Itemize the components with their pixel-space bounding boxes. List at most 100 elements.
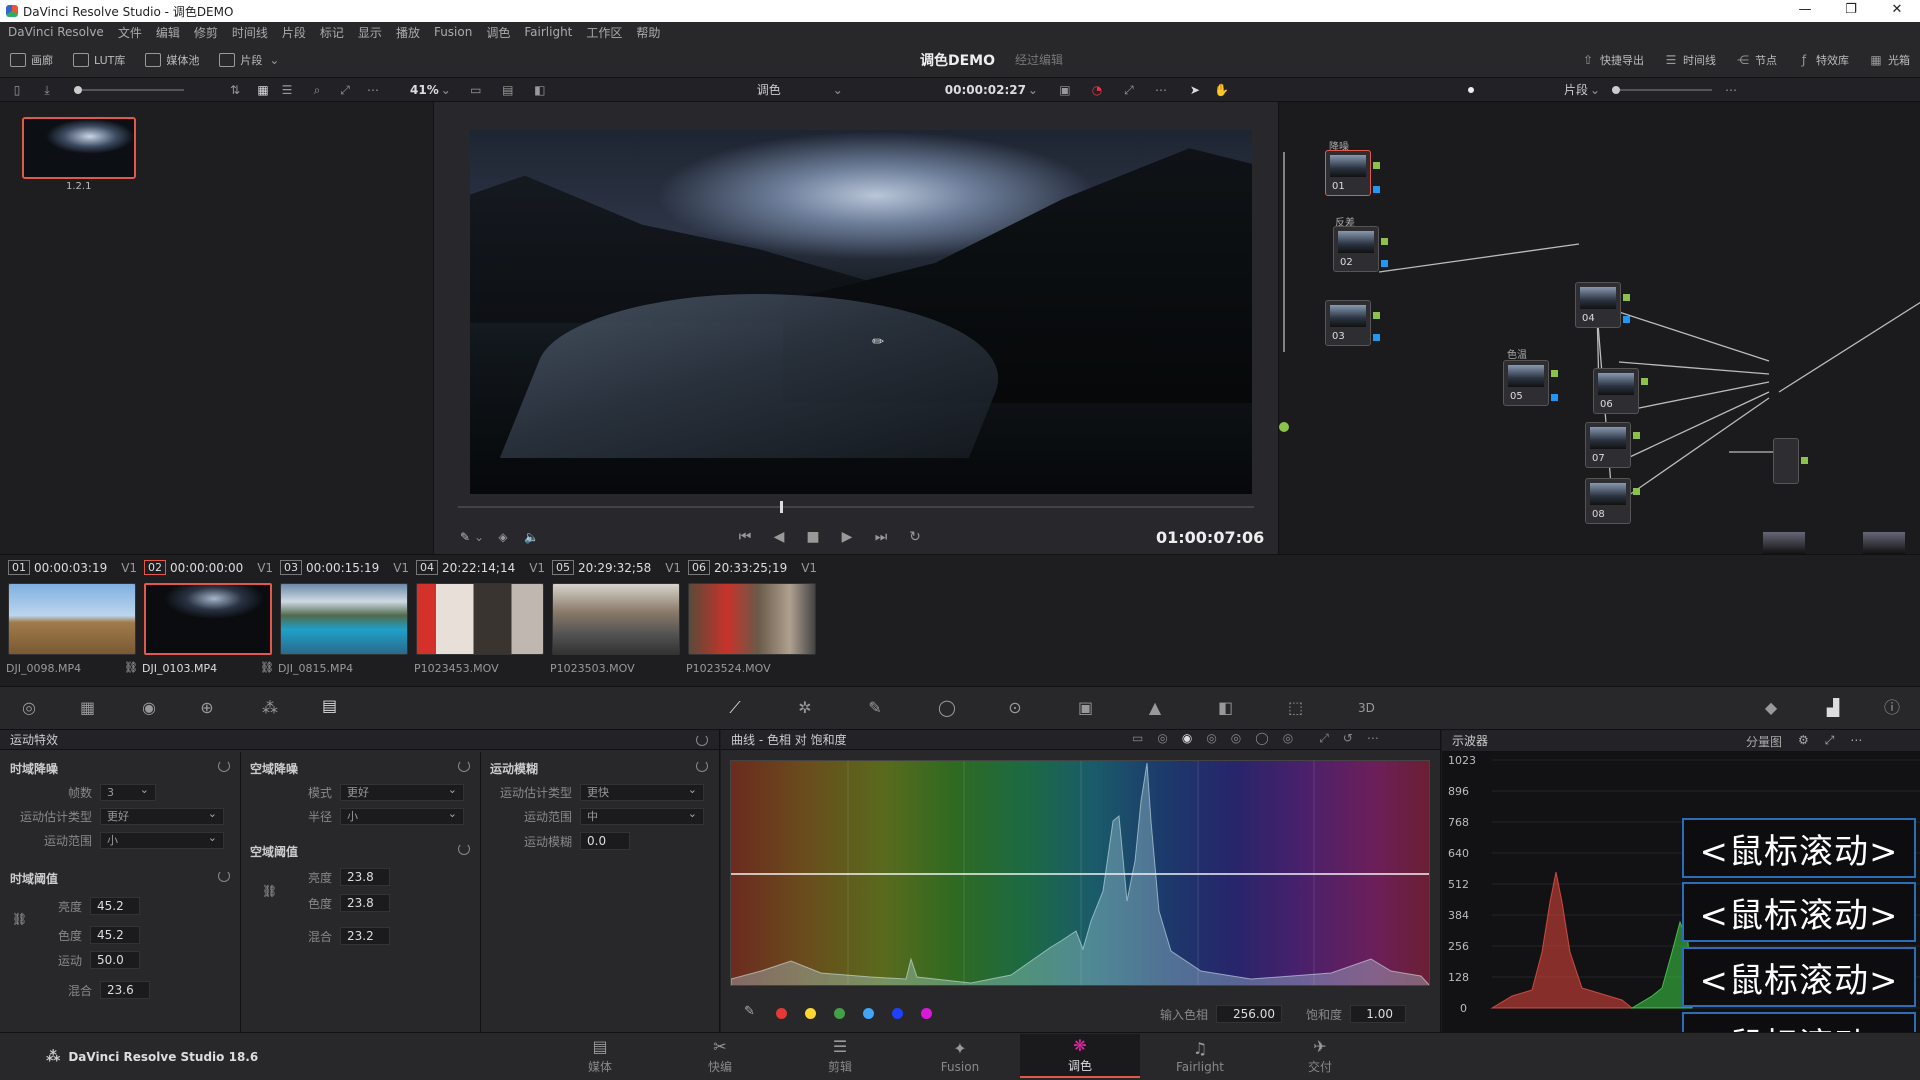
temporal-luma-input[interactable]: 45.2 — [90, 897, 140, 915]
node-04-key-port[interactable] — [1623, 316, 1630, 323]
node-08[interactable]: 08 — [1585, 478, 1631, 524]
node-07-output-port[interactable] — [1633, 432, 1640, 439]
node-03-key-port[interactable] — [1373, 334, 1380, 341]
window-icon[interactable]: ◯ — [938, 700, 956, 716]
magic-mask-icon[interactable]: ▣ — [1078, 700, 1093, 716]
curve-swatch-5[interactable] — [892, 1008, 903, 1019]
effects-button[interactable]: ƒ 特效库 — [1787, 42, 1859, 78]
node-03-output-port[interactable] — [1373, 312, 1380, 319]
curve-sat-lum-icon[interactable]: ◎ — [1283, 731, 1293, 746]
split-view-icon[interactable]: ▤ — [501, 83, 515, 97]
node-editor[interactable]: 降噪 01 反差 02 03 04 色温 05 06 07 08 — [1278, 102, 1920, 554]
page-color-tab[interactable]: ❋ 调色 — [1020, 1034, 1140, 1078]
curves-icon[interactable]: ⟋ — [728, 700, 742, 716]
3d-icon[interactable]: 3D — [1358, 701, 1375, 715]
menu-clip[interactable]: 片段 — [282, 24, 306, 41]
page-edit-tab[interactable]: ☰ 剪辑 — [780, 1034, 900, 1078]
node-07[interactable]: 07 — [1585, 422, 1631, 468]
info-icon[interactable]: ⓘ — [1884, 700, 1900, 716]
scope-mode-select[interactable]: 分量图 — [1746, 733, 1782, 750]
spatial-thr-reset-icon[interactable] — [458, 843, 470, 855]
clips-mode-chevron-icon[interactable]: ⌄ — [1588, 83, 1602, 97]
viewer-mode[interactable]: 调色 — [757, 81, 781, 98]
reverse-play-icon[interactable]: ◀ — [772, 530, 786, 544]
color-match-icon[interactable]: ▦ — [80, 700, 95, 716]
scopes-icon[interactable]: ▟ — [1826, 700, 1840, 716]
curves-eyedropper-icon[interactable]: ✎ — [744, 1004, 755, 1019]
blur-icon[interactable]: ▲ — [1148, 700, 1162, 716]
spatial-nr-reset-icon[interactable] — [458, 760, 470, 772]
maximize-button[interactable]: ❐ — [1828, 0, 1874, 22]
clip-01-thumbnail[interactable] — [8, 583, 136, 655]
eyedropper-chevron-icon[interactable]: ⌄ — [472, 530, 486, 544]
scope-settings-icon[interactable]: ⚙ — [1798, 733, 1809, 750]
search-icon[interactable]: ⌕ — [310, 83, 324, 97]
node-06-output-port[interactable] — [1641, 378, 1648, 385]
node-02[interactable]: 02 — [1333, 226, 1379, 272]
volume-icon[interactable]: 🔈 — [524, 530, 539, 544]
page-media-tab[interactable]: ▤ 媒体 — [540, 1034, 660, 1078]
page-cut-tab[interactable]: ✂ 快编 — [660, 1034, 780, 1078]
loop-icon[interactable]: ↻ — [908, 530, 922, 544]
jump-end-icon[interactable]: ⏭ — [874, 530, 888, 544]
clip-03-thumbnail[interactable] — [280, 583, 408, 655]
spatial-chroma-input[interactable]: 23.8 — [340, 894, 390, 912]
node-01-key-port[interactable] — [1373, 186, 1380, 193]
download-icon[interactable]: ⤓ — [40, 83, 54, 97]
viewer-image[interactable] — [470, 130, 1252, 494]
mixer-output-port[interactable] — [1801, 457, 1808, 464]
node-more-icon[interactable]: ⋯ — [1724, 83, 1738, 97]
grid-view-icon[interactable]: ▦ — [256, 83, 270, 97]
curve-hue-hue-icon[interactable]: ◎ — [1157, 731, 1167, 746]
blur-range-select[interactable]: 中 — [580, 806, 704, 825]
curves-reset-icon[interactable]: ↺ — [1343, 731, 1353, 746]
curves-more-icon[interactable]: ⋯ — [1367, 731, 1379, 746]
node-08-output-port[interactable] — [1633, 488, 1640, 495]
rgb-mixer-icon[interactable]: ⁂ — [262, 700, 278, 716]
clip-05-thumbnail[interactable] — [552, 583, 680, 655]
media-pool-button[interactable]: 媒体池 — [135, 42, 209, 77]
clips-mode[interactable]: 片段 — [1564, 81, 1588, 98]
temporal-range-select[interactable]: 小 — [100, 830, 224, 849]
node-06[interactable]: 06 — [1593, 368, 1639, 414]
curve-swatch-1[interactable] — [776, 1008, 787, 1019]
gallery-button[interactable]: 画廊 — [0, 42, 63, 77]
viewer-more-icon[interactable]: ⋯ — [1154, 83, 1168, 97]
key-icon[interactable]: ◧ — [1218, 700, 1233, 716]
layer-mixer-node[interactable] — [1773, 438, 1799, 484]
curves-graph[interactable] — [730, 760, 1430, 986]
lightbox-button[interactable]: ▦ 光箱 — [1859, 42, 1920, 78]
menu-mark[interactable]: 标记 — [320, 24, 344, 41]
menu-fusion[interactable]: Fusion — [434, 25, 472, 39]
zoom-level[interactable]: 41% — [410, 83, 439, 97]
temporal-est-select[interactable]: 更好 — [100, 806, 224, 825]
spatial-radius-select[interactable]: 小 — [340, 806, 464, 825]
scope-more-icon[interactable]: ⋯ — [1850, 733, 1862, 750]
sort-icon[interactable]: ⇅ — [228, 83, 242, 97]
temporal-chroma-input[interactable]: 45.2 — [90, 926, 140, 944]
clips-button[interactable]: 片段 ⌄ — [209, 42, 291, 77]
camera-raw-icon[interactable]: ◎ — [22, 700, 36, 716]
gallery-still[interactable] — [22, 117, 136, 179]
zoom-chevron-icon[interactable]: ⌄ — [439, 83, 453, 97]
motion-effects-icon[interactable]: ▤ — [322, 698, 337, 714]
menu-resolve[interactable]: DaVinci Resolve — [8, 25, 104, 39]
viewer-fullscreen-icon[interactable]: ⤢ — [1122, 83, 1136, 97]
clip-06-thumbnail[interactable] — [688, 583, 816, 655]
wipe-view-icon[interactable]: ◧ — [533, 83, 547, 97]
nodes-button[interactable]: ⋲ 节点 — [1726, 42, 1787, 78]
close-button[interactable]: ✕ — [1874, 0, 1920, 22]
saturation-input[interactable]: 1.00 — [1350, 1005, 1407, 1023]
primaries-wheels-icon[interactable]: ◉ — [142, 700, 156, 716]
curve-swatch-2[interactable] — [805, 1008, 816, 1019]
node-01[interactable]: 01 — [1325, 150, 1371, 196]
curve-swatch-3[interactable] — [834, 1008, 845, 1019]
more-icon[interactable]: ⋯ — [366, 83, 380, 97]
node-04-output-port[interactable] — [1623, 294, 1630, 301]
play-icon[interactable]: ▶ — [840, 530, 854, 544]
menu-playback[interactable]: 播放 — [396, 24, 420, 41]
page-fairlight-tab[interactable]: ♫ Fairlight — [1140, 1034, 1260, 1078]
node-04[interactable]: 04 — [1575, 282, 1621, 328]
motion-blur-reset-icon[interactable] — [696, 760, 708, 772]
clip-02-thumbnail[interactable] — [144, 583, 272, 655]
